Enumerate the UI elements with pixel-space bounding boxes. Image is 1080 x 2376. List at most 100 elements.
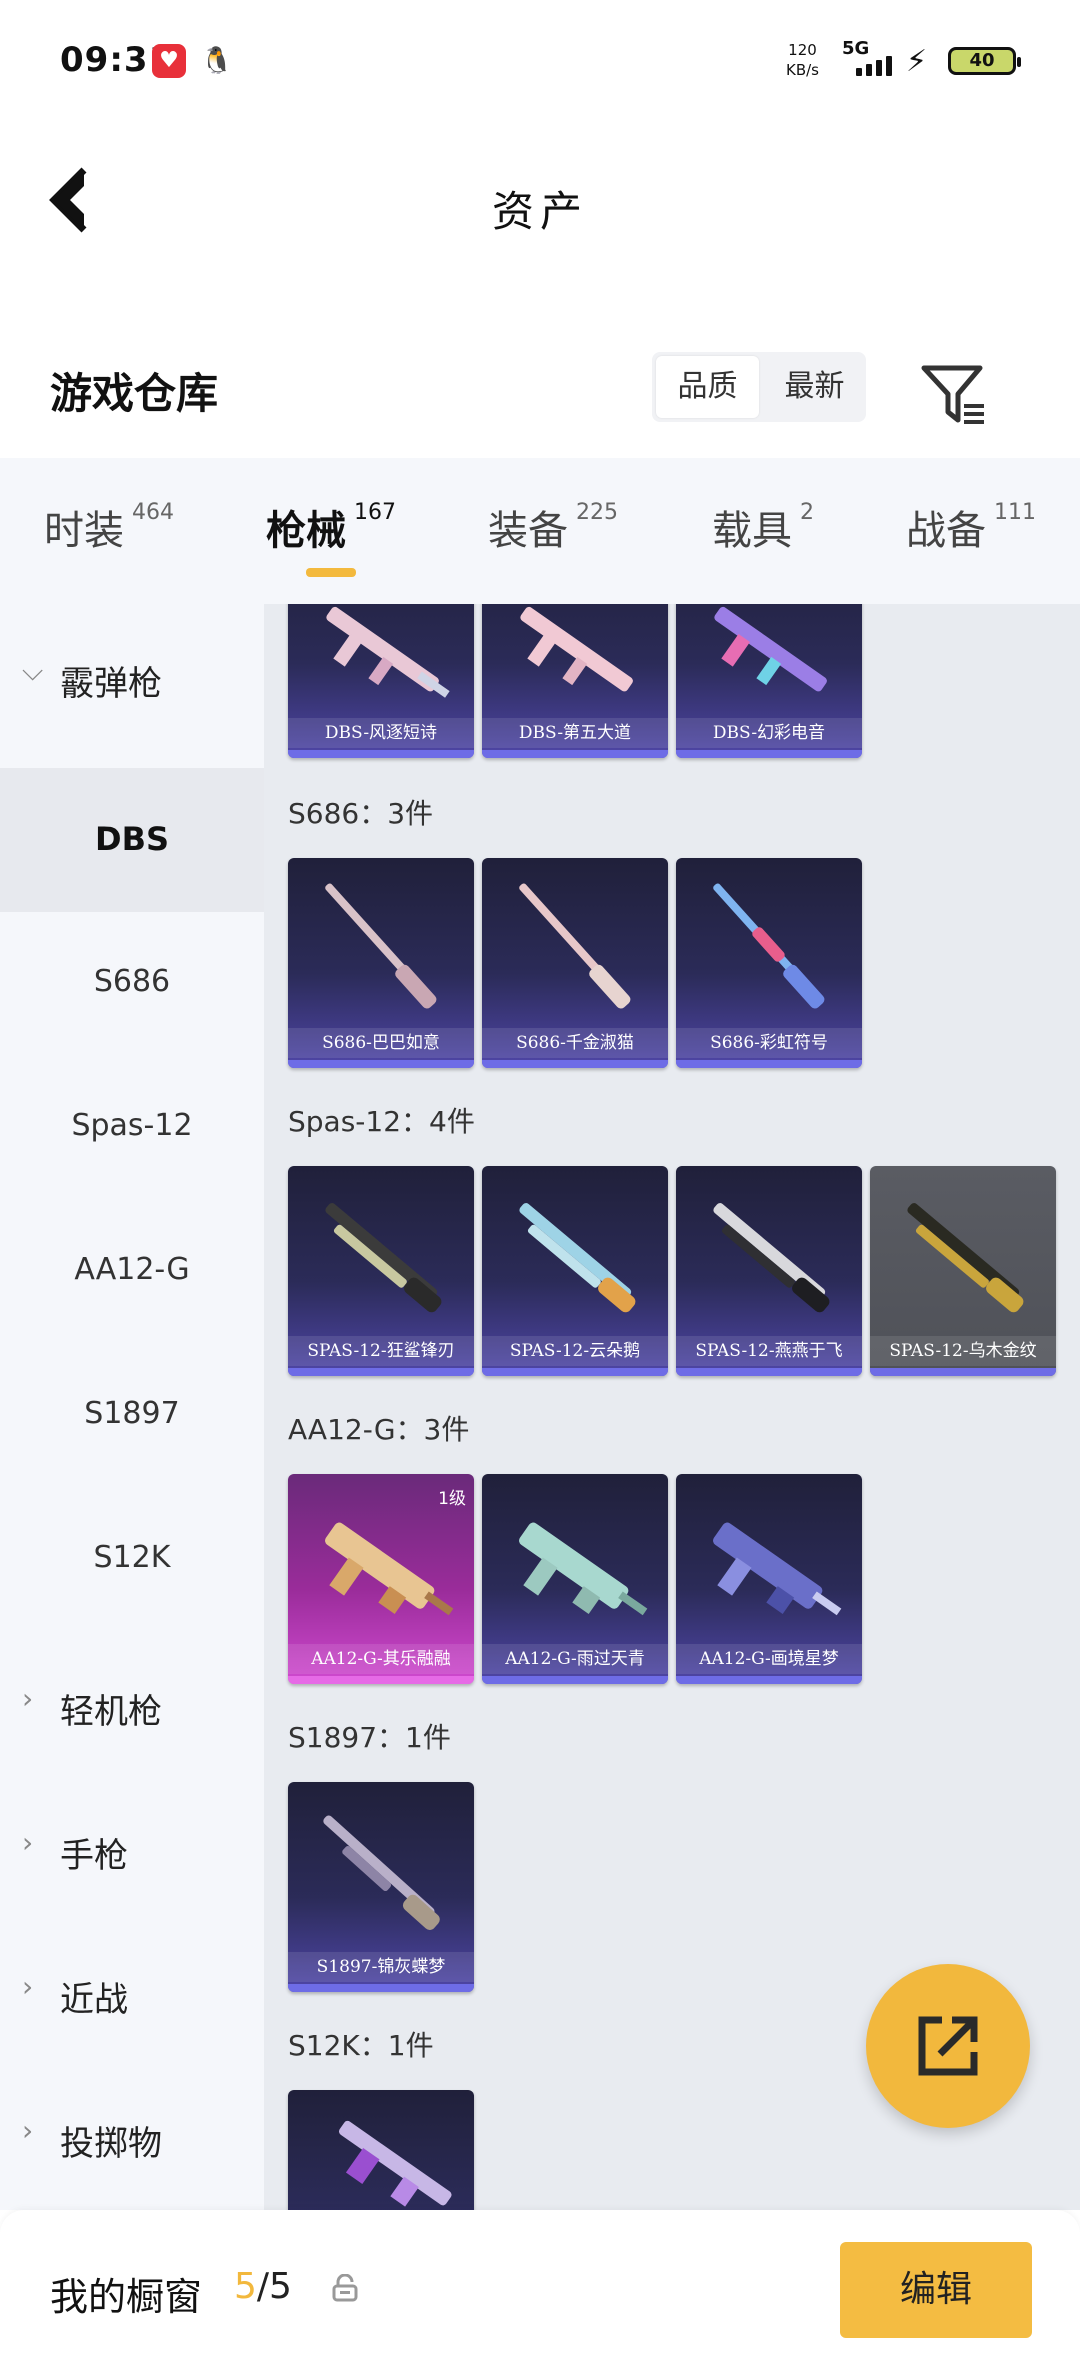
skin-card[interactable]: DBS-第五大道: [482, 604, 668, 758]
sidebar-item-label: S1897: [84, 1396, 180, 1431]
page-title: 资产: [491, 187, 588, 236]
rifle-image: [520, 606, 633, 692]
group-label-s12k: S12K：1件: [288, 2029, 434, 2062]
charging-icon: ⚡: [906, 44, 928, 79]
showcase-current: 5: [234, 2266, 257, 2307]
tab-equipment[interactable]: 装备 225: [488, 498, 618, 556]
sidebar-item-aa12g[interactable]: AA12-G: [0, 1200, 264, 1344]
tab-vehicles[interactable]: 载具 2: [712, 498, 814, 556]
shotgun-image: [713, 883, 825, 1009]
skin-name: AA12-G-其乐融融: [288, 1644, 474, 1674]
sidebar-item-s686[interactable]: S686: [0, 912, 264, 1056]
sort-latest-button[interactable]: 最新: [763, 352, 866, 422]
notification-app-icon: ♥: [152, 44, 186, 78]
skin-name: SPAS-12-云朵鹅: [482, 1336, 668, 1366]
shotgun-image: [323, 1815, 440, 1930]
sidebar-group-throwable[interactable]: › 投掷物: [0, 2064, 264, 2208]
skin-name: SPAS-12-狂鲨锋刃: [288, 1336, 474, 1366]
skin-name: AA12-G-雨过天青: [482, 1644, 668, 1674]
sort-toggle: 品质 最新: [652, 352, 866, 422]
shotgun-image: [713, 1203, 830, 1313]
warehouse-bar: 游戏仓库 品质 最新: [0, 330, 1080, 450]
weapon-category-sidebar: ⌵ 霰弹枪 DBS S686 Spas-12 AA12-G S1897 S12K…: [0, 604, 264, 2210]
chevron-right-icon: ›: [22, 1826, 34, 1859]
skin-name: S686-彩虹符号: [676, 1028, 862, 1058]
skin-name: S686-千金淑猫: [482, 1028, 668, 1058]
share-button[interactable]: [866, 1964, 1030, 2128]
skin-card[interactable]: DBS-幻彩电音: [676, 604, 862, 758]
skin-card[interactable]: 1级 AA12-G-其乐融融: [288, 1474, 474, 1684]
rarity-bar: [482, 1368, 668, 1376]
skin-card[interactable]: AA12-G-画境星梦: [676, 1474, 862, 1684]
rarity-bar: [676, 1060, 862, 1068]
sidebar-group-pistol[interactable]: › 手枪: [0, 1776, 264, 1920]
tab-battle-gear[interactable]: 战备 111: [906, 498, 1036, 556]
tab-weapons[interactable]: 枪械 167: [266, 498, 396, 556]
rarity-bar: [870, 1368, 1056, 1376]
status-bar: 09:31 ♥ 🐧 120 KB/s 5G ⚡ 40: [0, 0, 1080, 130]
category-tabs: 时装 464 枪械 167 装备 225 载具 2 战备 111: [0, 458, 1080, 604]
rifle-image: [713, 1522, 842, 1616]
tab-count: 167: [354, 500, 396, 525]
rarity-bar: [288, 1984, 474, 1992]
filter-icon[interactable]: [920, 360, 990, 430]
warehouse-title: 游戏仓库: [50, 369, 219, 418]
sidebar-item-label: DBS: [95, 820, 169, 858]
rarity-bar: [288, 1060, 474, 1068]
showcase-bar: 我的橱窗 5/5 编辑: [0, 2210, 1080, 2376]
sidebar-group-label: 手枪: [60, 1836, 128, 1876]
skin-card[interactable]: S686-彩虹符号: [676, 858, 862, 1068]
rarity-bar: [288, 1368, 474, 1376]
skin-card[interactable]: S1897-锦灰蝶梦: [288, 1782, 474, 1992]
network-speed-unit: KB/s: [786, 61, 819, 79]
showcase-separator: /: [256, 2266, 270, 2307]
tab-count: 111: [994, 500, 1036, 525]
sidebar-item-label: AA12-G: [74, 1252, 190, 1287]
sidebar-item-label: S12K: [93, 1540, 171, 1575]
sidebar-group-shotgun[interactable]: ⌵ 霰弹枪: [0, 604, 264, 748]
skin-card[interactable]: DBS-风逐短诗: [288, 604, 474, 758]
sidebar-item-s12k[interactable]: S12K: [0, 1488, 264, 1632]
sidebar-group-label: 投掷物: [60, 2124, 162, 2164]
chevron-right-icon: ›: [22, 1970, 34, 2003]
shotgun-image: [325, 1203, 442, 1313]
edit-button[interactable]: 编辑: [840, 2242, 1032, 2338]
sidebar-item-dbs[interactable]: DBS: [0, 768, 264, 912]
sidebar-group-melee[interactable]: › 近战: [0, 1920, 264, 2064]
shotgun-image: [519, 1203, 636, 1313]
sidebar-group-lmg[interactable]: › 轻机枪: [0, 1632, 264, 1776]
rarity-bar: [482, 1060, 668, 1068]
lock-icon[interactable]: [332, 2273, 358, 2302]
qq-icon: 🐧: [200, 44, 234, 78]
sidebar-item-spas12[interactable]: Spas-12: [0, 1056, 264, 1200]
skin-card[interactable]: SPAS-12-云朵鹅: [482, 1166, 668, 1376]
sidebar-item-s1897[interactable]: S1897: [0, 1344, 264, 1488]
rarity-bar: [676, 1676, 862, 1684]
shotgun-image: [907, 1203, 1024, 1313]
skin-card[interactable]: SPAS-12-乌木金纹: [870, 1166, 1056, 1376]
showcase-total: 5: [269, 2266, 292, 2307]
skin-name: AA12-G-画境星梦: [676, 1644, 862, 1674]
chevron-right-icon: ›: [22, 2114, 34, 2147]
skin-card[interactable]: AA12-G-雨过天青: [482, 1474, 668, 1684]
skin-card[interactable]: [288, 2090, 474, 2210]
skin-card[interactable]: S686-千金淑猫: [482, 858, 668, 1068]
shotgun-image: [338, 2120, 452, 2207]
shotgun-image: [519, 883, 631, 1009]
showcase-count: 5/5: [234, 2266, 292, 2307]
tab-fashion[interactable]: 时装 464: [44, 498, 174, 556]
tab-label: 时装: [44, 508, 124, 554]
group-label-spas12: Spas-12：4件: [288, 1105, 475, 1138]
skin-card[interactable]: SPAS-12-燕燕于飞: [676, 1166, 862, 1376]
shotgun-image: [325, 883, 437, 1009]
tab-label: 战备: [906, 508, 986, 554]
skin-card[interactable]: S686-巴巴如意: [288, 858, 474, 1068]
group-label-s1897: S1897：1件: [288, 1721, 451, 1754]
rarity-bar: [288, 1676, 474, 1684]
skin-card[interactable]: SPAS-12-狂鲨锋刃: [288, 1166, 474, 1376]
tab-label: 载具: [712, 508, 792, 554]
sort-quality-button[interactable]: 品质: [656, 356, 759, 418]
rarity-bar: [482, 750, 668, 758]
active-tab-indicator: [306, 568, 356, 577]
page-header: 资产: [0, 130, 1080, 270]
